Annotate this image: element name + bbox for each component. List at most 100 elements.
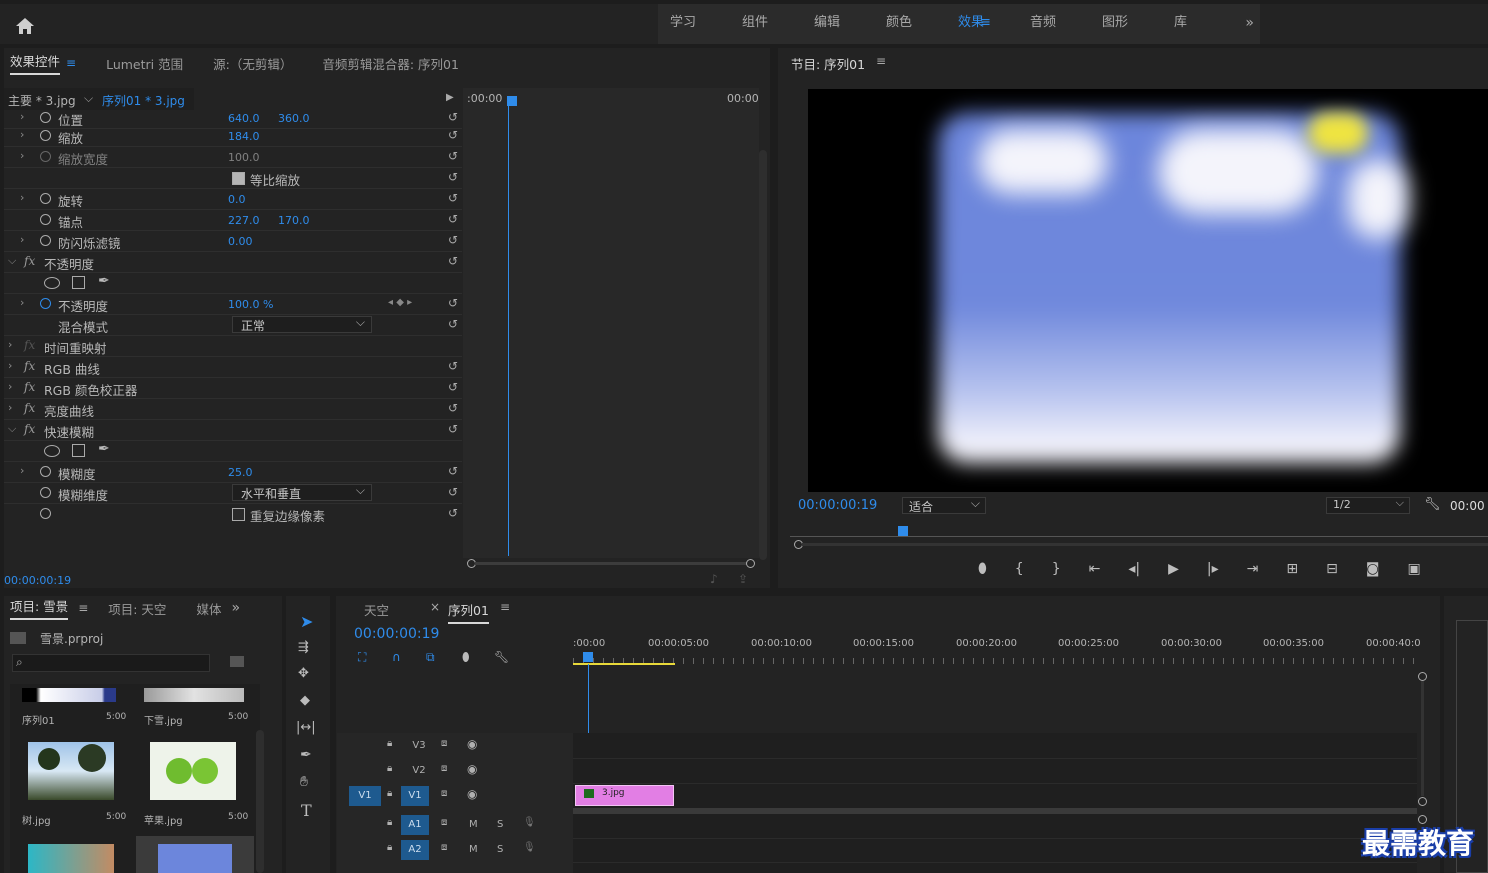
eye-icon[interactable]: ◉ xyxy=(467,737,477,751)
timeline-menu-icon[interactable]: ≡ xyxy=(500,600,510,614)
workspace-tab-assembly[interactable]: 组件 xyxy=(730,4,802,44)
eye-icon[interactable]: ◉ xyxy=(467,787,477,801)
fx-icon[interactable]: fx xyxy=(24,401,35,415)
project-item-apple[interactable]: 苹果.jpg 5:00 xyxy=(136,738,254,830)
program-scrub-bar[interactable] xyxy=(790,526,1488,549)
microphone-icon[interactable]: 🎙︎ xyxy=(523,817,536,828)
track-area[interactable] xyxy=(573,733,1417,873)
track-select-tool-icon[interactable]: ⇶ xyxy=(298,640,309,655)
go-to-in-icon[interactable]: ⇤ xyxy=(1089,561,1101,577)
lock-icon[interactable]: 🔒︎ xyxy=(387,817,392,828)
lock-icon[interactable]: 🔒︎ xyxy=(387,788,392,799)
home-icon[interactable] xyxy=(14,16,36,36)
fx-icon[interactable]: fx xyxy=(24,380,35,394)
rectangle-mask-icon[interactable] xyxy=(72,276,85,289)
add-marker-icon[interactable]: ⬮ xyxy=(462,650,470,665)
reset-icon[interactable]: ↺ xyxy=(448,506,458,520)
wrench-icon[interactable]: 🔧︎ xyxy=(1424,497,1441,512)
timeline-playhead-icon[interactable] xyxy=(583,652,593,662)
microphone-icon[interactable]: 🎙︎ xyxy=(523,842,536,853)
step-back-icon[interactable]: ◂| xyxy=(1128,561,1140,577)
reset-icon[interactable]: ↺ xyxy=(448,359,458,373)
reset-icon[interactable]: ↺ xyxy=(448,401,458,415)
lift-icon[interactable]: ⊞ xyxy=(1286,561,1298,577)
stopwatch-active-icon[interactable] xyxy=(40,298,51,309)
ec-zoom-scrollbar[interactable] xyxy=(467,559,757,568)
fx-icon[interactable]: fx xyxy=(24,338,35,352)
pen-tool-icon[interactable]: ✒ xyxy=(300,747,312,763)
project-menu-icon[interactable]: ≡ xyxy=(78,601,88,615)
workspace-menu-icon[interactable]: ≡ xyxy=(980,4,1018,44)
program-video-frame[interactable] xyxy=(808,89,1488,492)
ec-vertical-scrollbar[interactable] xyxy=(759,150,767,560)
lock-icon[interactable]: 🔒︎ xyxy=(387,738,392,749)
ellipse-mask-icon[interactable] xyxy=(44,445,60,457)
project-search-input[interactable]: ⌕ xyxy=(12,654,210,672)
play-icon[interactable]: ▶ xyxy=(1168,561,1179,577)
repeat-edge-checkbox[interactable] xyxy=(232,508,245,521)
reset-icon[interactable]: ↺ xyxy=(448,128,458,142)
sync-lock-icon[interactable]: ⧈ xyxy=(441,763,447,774)
workspace-tab-color[interactable]: 颜色 xyxy=(874,4,946,44)
timeline-tab-sequence[interactable]: 序列01 xyxy=(448,600,489,624)
reset-icon[interactable]: ↺ xyxy=(448,233,458,247)
fit-select[interactable]: 适合 ⌵ xyxy=(902,496,986,514)
resolution-select[interactable]: 1/2 ⌵ xyxy=(1326,496,1410,514)
keyframe-nav-icon[interactable]: ◂ ◆ ▸ xyxy=(388,297,412,308)
close-icon[interactable]: × xyxy=(430,600,440,614)
workspace-tab-audio[interactable]: 音频 xyxy=(1018,4,1090,44)
reset-icon[interactable]: ↺ xyxy=(448,212,458,226)
sequence-clip-label[interactable]: 序列01 * 3.jpg xyxy=(102,92,185,109)
stopwatch-icon[interactable] xyxy=(40,508,51,519)
type-tool-icon[interactable]: T xyxy=(301,801,312,820)
new-bin-icon[interactable] xyxy=(230,656,244,667)
rectangle-mask-icon[interactable] xyxy=(72,444,85,457)
sync-lock-icon[interactable]: ⧈ xyxy=(441,788,447,799)
project-more-icon[interactable]: » xyxy=(231,600,240,616)
reset-icon[interactable]: ↺ xyxy=(448,110,458,124)
chevron-right-icon[interactable]: › xyxy=(8,338,12,351)
compare-icon[interactable]: ▣ xyxy=(1407,561,1420,577)
lock-icon[interactable]: 🔒︎ xyxy=(387,763,392,774)
chevron-down-icon[interactable]: ⌵ xyxy=(8,422,16,436)
snap-icon[interactable]: ∩ xyxy=(392,650,401,664)
playhead-icon[interactable] xyxy=(507,96,517,106)
tab-lumetri-scopes[interactable]: Lumetri 范围 xyxy=(106,54,183,73)
workspace-tab-learn[interactable]: 学习 xyxy=(658,4,730,44)
chevron-right-icon[interactable]: › xyxy=(20,128,24,141)
solo-button[interactable]: S xyxy=(497,844,503,855)
chevron-right-icon[interactable]: › xyxy=(20,149,24,162)
blur-dimensions-select[interactable]: 水平和垂直 xyxy=(232,483,372,501)
reset-icon[interactable]: ↺ xyxy=(448,149,458,163)
portrait-thumbnail[interactable] xyxy=(28,844,114,873)
stopwatch-icon[interactable] xyxy=(40,235,51,246)
tab-project-snow[interactable]: 项目: 雪景 xyxy=(10,596,69,620)
chevron-right-icon[interactable]: › xyxy=(8,401,12,414)
slip-tool-icon[interactable]: |↔| xyxy=(296,720,316,735)
track-target-v1[interactable]: V1 xyxy=(401,786,429,806)
step-forward-icon[interactable]: |▸ xyxy=(1207,561,1219,577)
chevron-right-icon[interactable]: › xyxy=(20,191,24,204)
chevron-right-icon[interactable]: › xyxy=(20,233,24,246)
ec-timecode[interactable]: 00:00:00:19 xyxy=(4,574,71,587)
export-icon[interactable]: ⇪ xyxy=(738,572,748,586)
blend-mode-select[interactable]: 正常 xyxy=(232,315,372,333)
program-menu-icon[interactable]: ≡ xyxy=(876,54,886,68)
stopwatch-icon[interactable] xyxy=(40,130,51,141)
chevron-right-icon[interactable]: › xyxy=(20,110,24,123)
project-item-tree[interactable]: 树.jpg 5:00 xyxy=(14,738,132,830)
audio-filter-icon[interactable]: ♪ xyxy=(710,572,718,586)
chevron-down-icon[interactable]: ⌵ xyxy=(84,91,93,106)
sync-lock-icon[interactable]: ⧈ xyxy=(441,842,447,853)
reset-icon[interactable]: ↺ xyxy=(448,170,458,184)
play-only-icon[interactable]: ▶ xyxy=(446,92,454,103)
project-scrollbar[interactable] xyxy=(256,730,264,873)
project-item-sky[interactable] xyxy=(136,836,254,873)
extract-icon[interactable]: ⊟ xyxy=(1326,561,1338,577)
source-patch-v1[interactable]: V1 xyxy=(349,786,381,806)
reset-icon[interactable]: ↺ xyxy=(448,464,458,478)
mute-button[interactable]: M xyxy=(469,819,478,830)
linked-selection-icon[interactable]: ⧉ xyxy=(426,650,435,665)
program-title[interactable]: 节目: 序列01 xyxy=(791,54,865,73)
stopwatch-icon[interactable] xyxy=(40,193,51,204)
